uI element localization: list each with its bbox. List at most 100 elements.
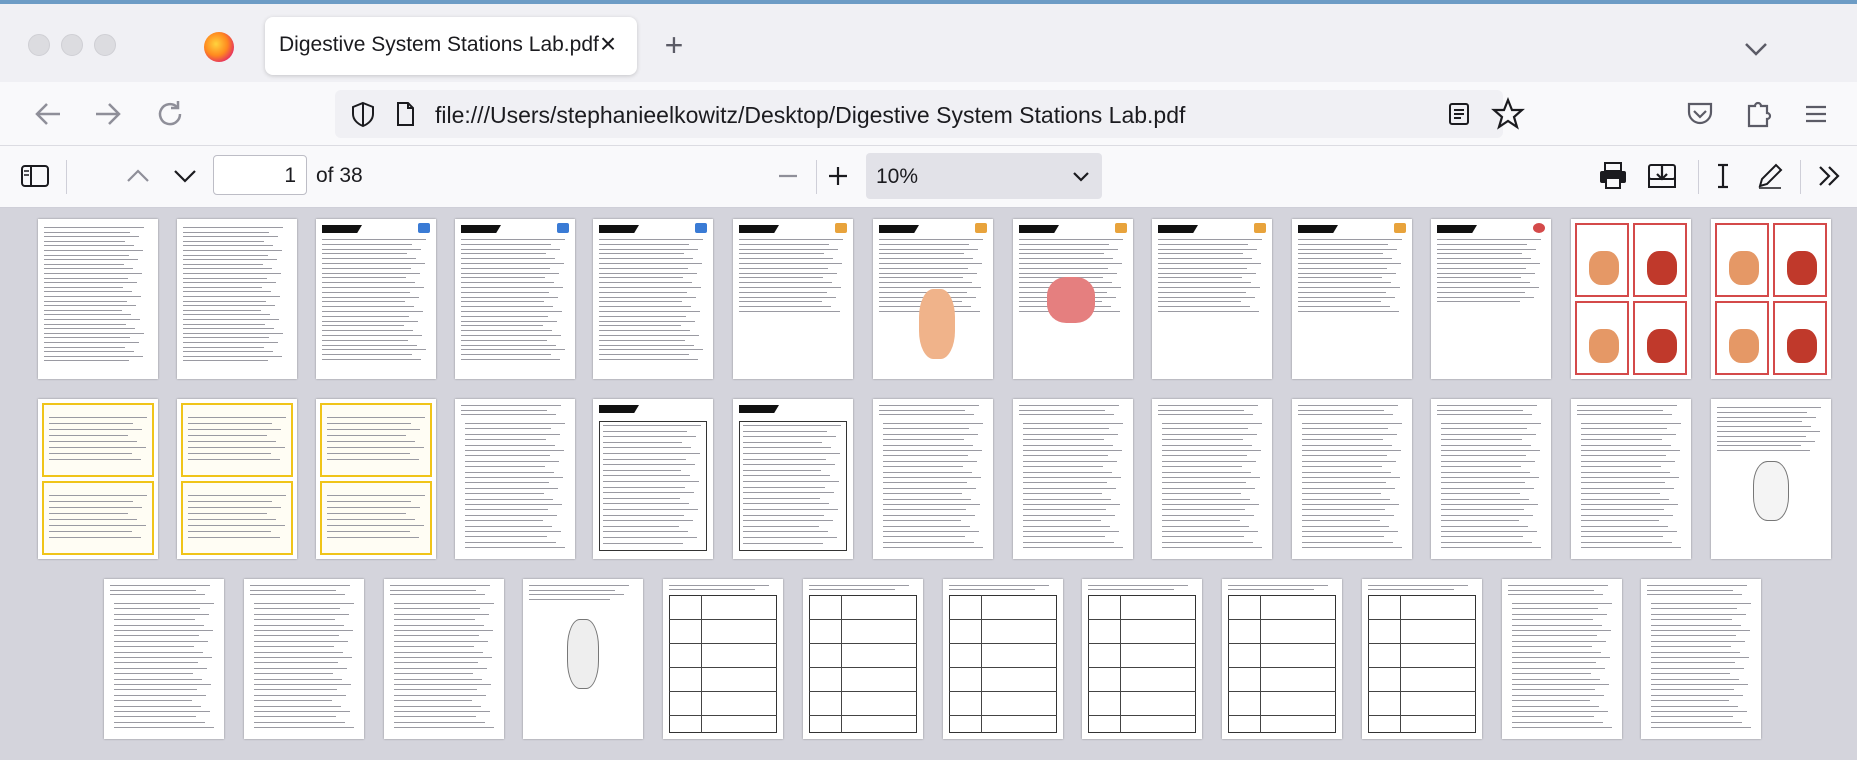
page-thumbnail[interactable] [873, 219, 993, 379]
page-thumbnail[interactable] [943, 579, 1063, 739]
digestive-outline-image [1753, 461, 1789, 521]
plus-icon[interactable] [821, 159, 855, 193]
minus-icon[interactable] [771, 159, 805, 193]
page-thumbnail[interactable] [1013, 219, 1133, 379]
page-thumbnail[interactable] [1431, 219, 1551, 379]
firefox-view-icon[interactable] [204, 32, 234, 62]
back-arrow-icon[interactable] [30, 96, 66, 132]
page-thumbnail[interactable] [593, 399, 713, 559]
page-thumbnail[interactable] [873, 399, 993, 559]
text-line [1298, 277, 1382, 279]
page-thumbnail[interactable] [1292, 219, 1412, 379]
pen-icon[interactable] [1753, 159, 1787, 193]
page-number-input[interactable]: 1 [213, 155, 307, 195]
page-document-icon[interactable] [391, 100, 419, 128]
page-thumbnail[interactable] [177, 399, 297, 559]
text-line [1512, 630, 1611, 631]
text-line [879, 409, 965, 411]
page-thumbnail[interactable] [1502, 579, 1622, 739]
text-line [1581, 455, 1666, 457]
page-thumbnail[interactable] [1082, 579, 1202, 739]
text-line [461, 306, 553, 308]
page-thumbnail[interactable] [244, 579, 364, 739]
window-close-button[interactable] [28, 34, 50, 56]
page-thumbnail[interactable] [733, 219, 853, 379]
page-thumbnail[interactable] [177, 219, 297, 379]
hamburger-menu-icon[interactable] [1798, 96, 1834, 132]
sidebar-toggle-icon[interactable] [18, 159, 52, 193]
page-thumbnail[interactable] [1571, 219, 1691, 379]
window-minimize-button[interactable] [61, 34, 83, 56]
list-all-tabs-icon[interactable] [1738, 30, 1774, 66]
page-thumbnail[interactable] [733, 399, 853, 559]
text-line [254, 678, 342, 680]
page-thumbnail[interactable] [1711, 219, 1831, 379]
page-thumbnail[interactable] [1431, 399, 1551, 559]
navigation-bar: file:///Users/stephanieelkowitz/Desktop/… [0, 82, 1857, 146]
table-row-line [1088, 619, 1196, 620]
page-thumbnail[interactable] [1362, 579, 1482, 739]
text-line [394, 613, 489, 615]
page-thumbnail[interactable] [104, 579, 224, 739]
shield-icon[interactable] [349, 100, 377, 128]
chevron-up-icon[interactable] [121, 159, 155, 193]
text-line [394, 608, 480, 610]
page-thumbnail[interactable] [1222, 579, 1342, 739]
url-bar[interactable]: file:///Users/stephanieelkowitz/Desktop/… [335, 90, 1503, 138]
download-icon[interactable] [1645, 159, 1679, 193]
table-row-line [809, 643, 917, 644]
text-line [1512, 613, 1607, 615]
chevron-down-icon[interactable] [168, 159, 202, 193]
page-thumbnail[interactable] [593, 219, 713, 379]
worksheet-table [809, 595, 917, 733]
text-line [1162, 493, 1241, 495]
page-thumbnail[interactable] [455, 219, 575, 379]
page-thumbnail[interactable] [316, 219, 436, 379]
reader-view-icon[interactable] [1445, 100, 1473, 128]
organ-image [1787, 329, 1817, 363]
extensions-puzzle-icon[interactable] [1740, 96, 1776, 132]
bookmark-star-icon[interactable] [1490, 96, 1526, 132]
pocket-icon[interactable] [1682, 96, 1718, 132]
page-thumbnail[interactable] [1641, 579, 1761, 739]
text-line [883, 504, 980, 505]
text-line [1441, 504, 1538, 505]
text-line [1302, 520, 1380, 522]
text-line [254, 727, 354, 729]
text-line [1298, 409, 1384, 411]
text-line [879, 253, 964, 255]
printer-icon[interactable] [1596, 159, 1630, 193]
text-cursor-icon[interactable] [1706, 159, 1740, 193]
text-line [114, 630, 213, 631]
page-thumbnail[interactable] [38, 399, 158, 559]
forward-arrow-icon[interactable] [90, 96, 126, 132]
text-line [49, 501, 133, 502]
tab-close-icon[interactable]: × [591, 27, 625, 61]
page-thumbnail[interactable] [455, 399, 575, 559]
page-thumbnail[interactable] [663, 579, 783, 739]
page-thumbnail[interactable] [1152, 219, 1272, 379]
page-thumbnail[interactable] [523, 579, 643, 739]
reload-icon[interactable] [152, 96, 188, 132]
page-thumbnail[interactable] [1711, 399, 1831, 559]
window-zoom-button[interactable] [94, 34, 116, 56]
page-thumbnail[interactable] [1152, 399, 1272, 559]
pdf-viewer[interactable] [0, 208, 1857, 760]
zoom-select[interactable]: 10% [866, 153, 1102, 199]
page-thumbnail[interactable] [1571, 399, 1691, 559]
page-thumbnail[interactable] [1013, 399, 1133, 559]
text-line [1302, 536, 1384, 538]
tab-active[interactable]: Digestive System Stations Lab.pdf × [265, 17, 637, 75]
text-line [883, 450, 982, 451]
page-thumbnail[interactable] [316, 399, 436, 559]
text-line [465, 423, 565, 424]
table-row-line [1228, 691, 1336, 692]
page-thumbnail[interactable] [38, 219, 158, 379]
text-line [465, 498, 553, 500]
page-thumbnail[interactable] [1292, 399, 1412, 559]
question-card [1773, 223, 1827, 297]
page-thumbnail[interactable] [384, 579, 504, 739]
new-tab-button[interactable]: + [656, 28, 692, 64]
page-thumbnail[interactable] [803, 579, 923, 739]
double-chevron-icon[interactable] [1812, 159, 1846, 193]
